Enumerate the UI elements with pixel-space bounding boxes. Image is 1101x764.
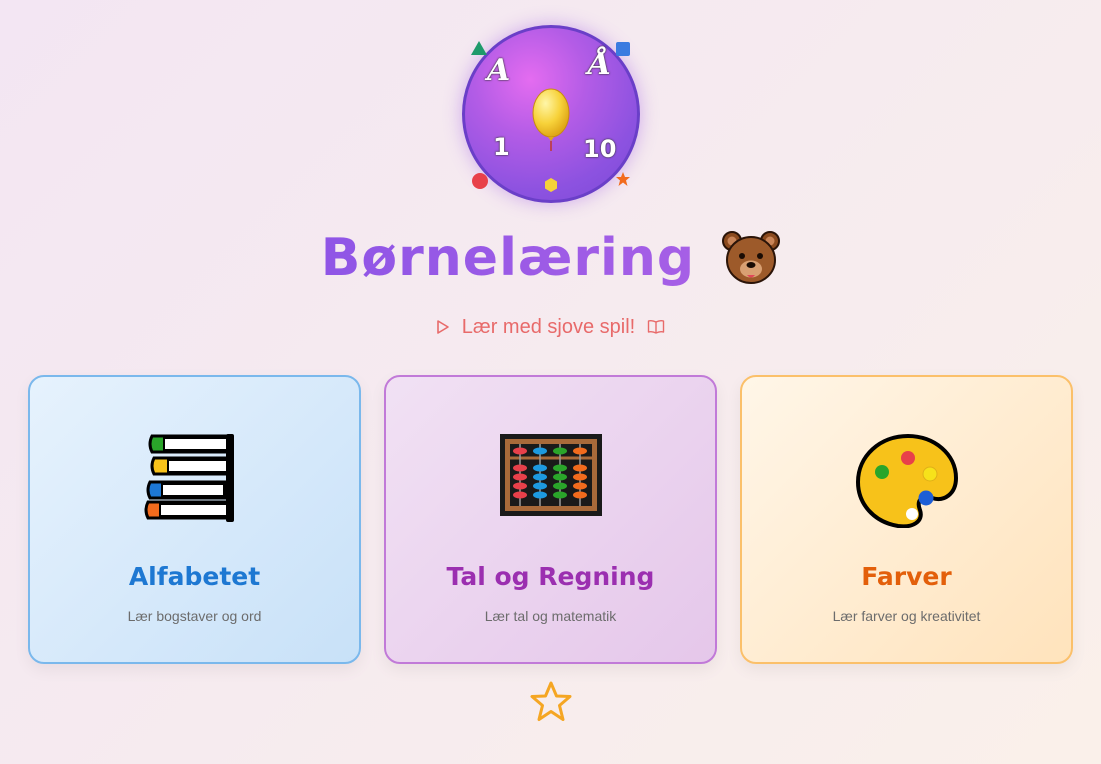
logo: A Å 1 10 xyxy=(462,25,640,203)
star-small-icon xyxy=(616,172,630,186)
square-icon xyxy=(616,42,630,56)
open-book-icon xyxy=(647,319,664,334)
subtitle-row: Lær med sjove spil! xyxy=(0,316,1101,339)
logo-number-ten: 10 xyxy=(583,135,617,163)
card-title: Farver xyxy=(861,562,952,591)
card-description: Lær farver og kreativitet xyxy=(832,608,981,624)
card-colors[interactable]: Farver Lær farver og kreativitet xyxy=(740,375,1073,664)
books-icon xyxy=(144,434,234,522)
card-description: Lær tal og matematik xyxy=(484,608,617,624)
card-title: Tal og Regning xyxy=(446,562,655,591)
logo-letter-aa: Å xyxy=(588,47,612,82)
subtitle: Lær med sjove spil! xyxy=(461,316,636,338)
card-numbers[interactable]: Tal og Regning Lær tal og matematik xyxy=(384,375,717,664)
play-icon xyxy=(437,320,450,334)
balloon-icon xyxy=(532,88,570,151)
circle-icon xyxy=(472,173,488,189)
card-title: Alfabetet xyxy=(128,562,261,591)
card-alphabet[interactable]: Alfabetet Lær bogstaver og ord xyxy=(28,375,361,664)
logo-letter-a: A xyxy=(487,53,511,88)
abacus-icon xyxy=(499,434,602,516)
star-icon xyxy=(530,681,572,721)
palette-icon xyxy=(855,433,958,528)
page-title: Børnelæring xyxy=(320,228,696,288)
logo-number-one: 1 xyxy=(493,133,510,161)
bear-face-icon xyxy=(722,231,781,284)
title-row: Børnelæring xyxy=(0,228,1101,288)
hexagon-icon xyxy=(545,178,557,192)
triangle-icon xyxy=(471,41,487,55)
card-description: Lær bogstaver og ord xyxy=(127,608,262,624)
